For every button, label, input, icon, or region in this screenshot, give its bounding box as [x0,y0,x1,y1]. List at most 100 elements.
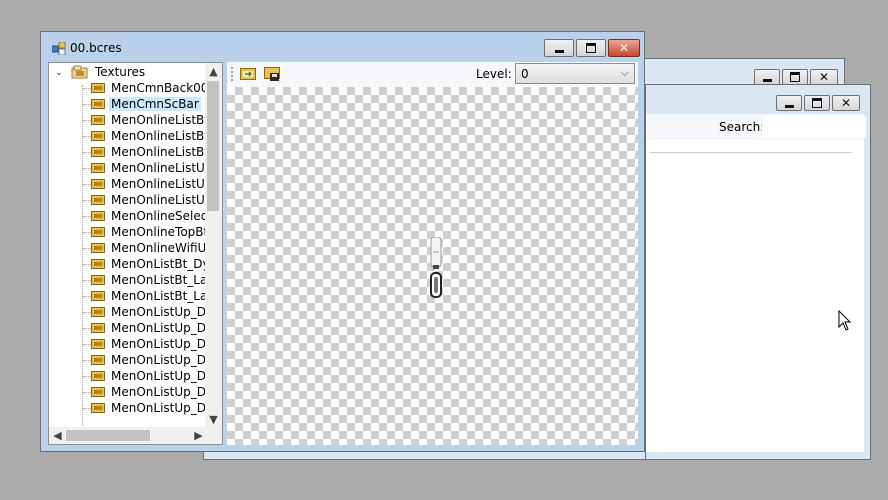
close-button[interactable]: ✕ [608,39,640,57]
minimize-icon [784,104,794,108]
tree-connector [83,264,91,265]
export-icon [240,68,256,80]
level-label: Level: [476,67,512,81]
texture-icon [91,83,105,93]
maximize-button[interactable] [804,95,830,111]
tree-item[interactable]: MenOnListBt_Dynar [91,256,222,272]
texture-preview-image [430,237,442,298]
minimize-button[interactable] [754,69,780,85]
texture-icon [91,243,105,253]
scroll-up-icon[interactable]: ▲ [205,63,222,80]
horizontal-scrollbar[interactable]: ◀ ▶ [49,427,207,444]
texture-icon [91,339,105,349]
texture-icon [91,179,105,189]
close-icon: ✕ [840,96,852,110]
save-button[interactable] [262,66,282,82]
texture-icon [91,355,105,365]
app-icon [52,42,66,55]
scroll-thumb[interactable] [207,81,219,211]
tree-item[interactable]: MenOnListUp_Dyna [91,320,222,336]
tree-connector [83,248,91,249]
tree-item[interactable]: MenOnlineListBt000 [91,144,222,160]
search-window-client: Search: [646,114,866,452]
texture-icon [91,291,105,301]
tree-connector [83,104,91,105]
tree-connector [83,296,91,297]
texture-icon [91,323,105,333]
export-button[interactable] [238,66,258,82]
scroll-corner [205,427,222,444]
toolbar-grip [231,67,235,81]
texture-icon [91,403,105,413]
tree-connector [83,168,91,169]
mouse-cursor-icon [838,310,852,331]
tree-connector [83,328,91,329]
tree-connector [83,232,91,233]
texture-icon [91,99,105,109]
scroll-left-icon[interactable]: ◀ [49,427,66,444]
tree-connector [83,392,91,393]
texture-icon [91,163,105,173]
tree-item[interactable]: MenCmnBack0002 [91,80,222,96]
tree-item[interactable]: MenOnListUp_Dyna [91,400,222,416]
maximize-button[interactable] [576,39,606,57]
tree-connector [83,280,91,281]
tree-connector [83,88,91,89]
minimize-button[interactable] [544,39,574,57]
tree-item[interactable]: MenOnListUp_Dyna [91,384,222,400]
main-window-caption-buttons: ✕ [544,39,640,57]
tree-connector [83,216,91,217]
search-window: ✕ Search: [645,84,871,460]
tree-item[interactable]: MenOnListUp_Dyna [91,352,222,368]
close-icon: ✕ [818,70,830,84]
divider [650,152,852,153]
save-icon [264,67,280,81]
level-dropdown[interactable]: 0 ⌵ [515,63,635,84]
tree-item[interactable]: MenOnListUp_Dyna [91,368,222,384]
tree-item[interactable]: MenOnListUp_Dyna [91,336,222,352]
main-window: 00.bcres ✕ ⌄ Textures MenCmnBack0002 MenC… [40,31,645,452]
tree-item[interactable]: MenOnlineSeleq01U [91,208,222,224]
maximize-icon [790,72,800,82]
close-button[interactable]: ✕ [832,95,860,111]
tree-connector [83,360,91,361]
tree-connector [83,152,91,153]
texture-tree[interactable]: ⌄ Textures MenCmnBack0002 MenCmnScBar MenO… [48,62,223,445]
tree-item[interactable]: MenOnListUp_Dyna [91,304,222,320]
search-toolbar: Search: [646,114,866,140]
tree-root-label: Textures [95,65,146,79]
tree-item[interactable]: MenOnListBt_Lang( [91,288,222,304]
search-label: Search: [719,120,765,134]
chevron-down-icon[interactable]: ⌵ [621,66,629,80]
tree-item[interactable]: MenOnListBt_Lang( [91,272,222,288]
tree-connector [83,120,91,121]
maximize-button[interactable] [782,69,808,85]
close-button[interactable]: ✕ [810,69,838,85]
collapse-toggle-icon[interactable]: ⌄ [53,67,65,78]
tree-root[interactable]: ⌄ Textures [53,64,145,80]
texture-icon [91,115,105,125]
texture-icon [91,387,105,397]
tree-item[interactable]: MenOnlineTopBt00 [91,224,222,240]
tree-item[interactable]: MenOnlineListUp00 [91,160,222,176]
maximize-icon [812,98,822,108]
tree-item[interactable]: MenOnlineWifiUp00 [91,240,222,256]
texture-icon [91,371,105,381]
tree-connector [83,200,91,201]
minimize-button[interactable] [776,95,802,111]
scroll-down-icon[interactable]: ▼ [205,411,222,428]
tree-item[interactable]: MenOnlineListUp00 [91,192,222,208]
tree-item[interactable]: MenCmnScBar [91,96,201,112]
scroll-thumb[interactable] [66,430,150,441]
tree-item[interactable]: MenOnlineListBt000 [91,112,222,128]
vertical-scrollbar[interactable]: ▲ ▼ [205,63,222,428]
tree-connector [83,408,91,409]
texture-icon [91,131,105,141]
texture-icon [91,275,105,285]
tree-item[interactable]: MenOnlineListUp00 [91,176,222,192]
tree-item[interactable]: MenOnlineListBt000 [91,128,222,144]
level-value: 0 [521,67,529,81]
search-input[interactable] [762,116,866,138]
texture-preview-canvas[interactable] [227,87,638,445]
close-icon: ✕ [618,41,630,55]
